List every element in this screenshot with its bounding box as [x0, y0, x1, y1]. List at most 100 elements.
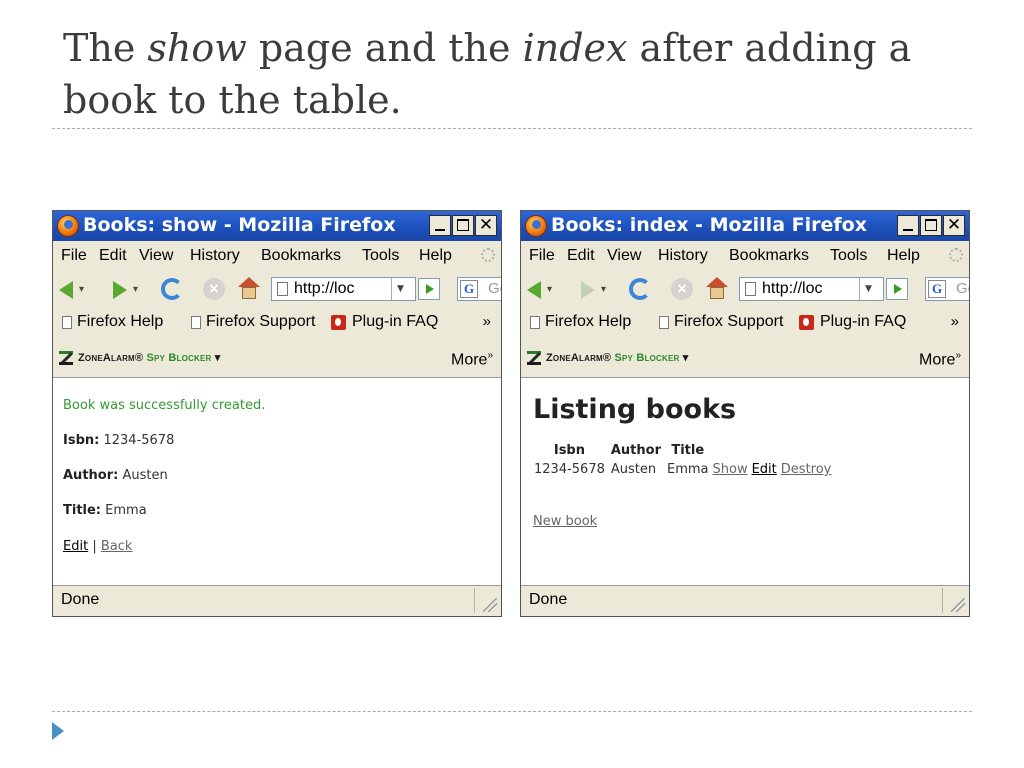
slide-title: The show page and the index after adding…	[63, 22, 983, 126]
search-input[interactable]: G Goog	[457, 277, 501, 301]
edit-link[interactable]: Edit	[63, 539, 88, 554]
menu-tools[interactable]: Tools	[362, 247, 399, 265]
title-bar: Books: show - Mozilla Firefox ✕	[53, 211, 501, 241]
close-button[interactable]: ✕	[943, 215, 965, 236]
url-dropdown-icon[interactable]: ▼	[391, 278, 409, 300]
forward-dropdown-icon[interactable]: ▾	[601, 284, 606, 295]
stop-icon[interactable]: ×	[203, 278, 225, 300]
google-icon[interactable]: G	[460, 280, 478, 298]
zonealarm-logo-icon	[59, 351, 73, 365]
go-button[interactable]	[418, 278, 440, 300]
bookmark-firefox-support[interactable]: Firefox Support	[206, 313, 315, 331]
forward-arrow-icon[interactable]	[581, 281, 595, 299]
slide-title-index: index	[522, 26, 628, 70]
forward-arrow-icon[interactable]	[113, 281, 127, 299]
minimize-button[interactable]	[429, 215, 451, 236]
slide-title-text: The	[63, 26, 148, 70]
menu-bookmarks[interactable]: Bookmarks	[729, 247, 809, 265]
back-link[interactable]: Back	[101, 539, 133, 554]
status-divider	[942, 588, 943, 613]
bookmark-plugin-faq[interactable]: Plug-in FAQ	[352, 313, 438, 331]
slide-bullet-icon	[52, 722, 64, 740]
stop-icon[interactable]: ×	[671, 278, 693, 300]
bookmarks-overflow-icon[interactable]: »	[483, 313, 491, 330]
cell-title: Emma	[667, 462, 709, 477]
resize-grip-icon[interactable]	[483, 598, 497, 612]
menu-edit[interactable]: Edit	[567, 247, 595, 265]
bookmark-firefox-help[interactable]: Firefox Help	[545, 313, 631, 331]
more-label: More	[450, 351, 488, 369]
maximize-button[interactable]	[452, 215, 474, 236]
menu-view[interactable]: View	[139, 247, 173, 265]
menu-history[interactable]: History	[190, 247, 240, 265]
menu-file[interactable]: File	[529, 247, 555, 265]
status-divider	[474, 588, 475, 613]
author-value: Austen	[122, 468, 168, 483]
more-button[interactable]: More»	[919, 350, 961, 369]
menu-help[interactable]: Help	[419, 247, 452, 265]
search-placeholder: Goog	[488, 280, 501, 297]
browser-window-show: Books: show - Mozilla Firefox ✕ File Edi…	[52, 210, 502, 617]
home-icon[interactable]	[238, 277, 260, 299]
title-label: Title:	[63, 503, 102, 518]
page-icon	[277, 282, 288, 296]
page-icon	[745, 282, 756, 296]
bookmarks-overflow-icon[interactable]: »	[951, 313, 959, 330]
menu-help[interactable]: Help	[887, 247, 920, 265]
status-text: Done	[61, 591, 100, 608]
bookmark-firefox-help[interactable]: Firefox Help	[77, 313, 163, 331]
cell-isbn: 1234-5678	[534, 462, 605, 477]
close-button[interactable]: ✕	[475, 215, 497, 236]
more-label: More	[918, 351, 956, 369]
more-button[interactable]: More»	[451, 350, 493, 369]
page-icon	[191, 316, 201, 329]
maximize-button[interactable]	[920, 215, 942, 236]
zonealarm-product: Spy Blocker	[614, 352, 680, 364]
minimize-button[interactable]	[897, 215, 919, 236]
zonealarm-label[interactable]: ZoneAlarm® Spy Blocker ▾	[78, 351, 220, 364]
go-button[interactable]	[886, 278, 908, 300]
show-link[interactable]: Show	[713, 462, 748, 477]
navigation-toolbar: ▾ ▾ × http://loc ▼ G Goog	[53, 270, 501, 309]
forward-dropdown-icon[interactable]: ▾	[133, 284, 138, 295]
menu-bar: File Edit View History Bookmarks Tools H…	[53, 241, 501, 271]
back-dropdown-icon[interactable]: ▾	[547, 284, 552, 295]
reload-icon[interactable]	[629, 278, 651, 300]
page-heading: Listing books	[533, 394, 737, 425]
reload-icon[interactable]	[161, 278, 183, 300]
column-header-title: Title	[671, 443, 705, 458]
resize-grip-icon[interactable]	[951, 598, 965, 612]
google-icon[interactable]: G	[928, 280, 946, 298]
menu-bar: File Edit View History Bookmarks Tools H…	[521, 241, 969, 271]
firefox-logo-icon	[57, 215, 79, 237]
menu-edit[interactable]: Edit	[99, 247, 127, 265]
menu-bookmarks[interactable]: Bookmarks	[261, 247, 341, 265]
back-arrow-icon[interactable]	[527, 281, 541, 299]
flash-notice: Book was successfully created.	[63, 398, 266, 413]
zonealarm-label[interactable]: ZoneAlarm® Spy Blocker ▾	[546, 351, 688, 364]
edit-link[interactable]: Edit	[752, 462, 777, 477]
zonealarm-toolbar: ZoneAlarm® Spy Blocker ▾ More»	[521, 338, 969, 378]
title-bar: Books: index - Mozilla Firefox ✕	[521, 211, 969, 241]
bookmark-firefox-support[interactable]: Firefox Support	[674, 313, 783, 331]
browser-window-index: Books: index - Mozilla Firefox ✕ File Ed…	[520, 210, 970, 617]
zonealarm-product: Spy Blocker	[146, 352, 212, 364]
new-book-link[interactable]: New book	[533, 514, 597, 529]
books-table: Isbn Author Title 1234-5678 Austen Emma …	[531, 442, 831, 478]
bookmark-plugin-faq[interactable]: Plug-in FAQ	[820, 313, 906, 331]
bookmarks-toolbar: Firefox Help Firefox Support Plug-in FAQ…	[521, 308, 969, 339]
page-icon	[530, 316, 540, 329]
menu-tools[interactable]: Tools	[830, 247, 867, 265]
back-arrow-icon[interactable]	[59, 281, 73, 299]
back-dropdown-icon[interactable]: ▾	[79, 284, 84, 295]
menu-history[interactable]: History	[658, 247, 708, 265]
throbber-icon	[481, 248, 495, 262]
plugin-icon	[331, 315, 346, 330]
menu-file[interactable]: File	[61, 247, 87, 265]
search-input[interactable]: G Goog	[925, 277, 969, 301]
home-icon[interactable]	[706, 277, 728, 299]
navigation-toolbar: ▾ ▾ × http://loc ▼ G Goog	[521, 270, 969, 309]
url-dropdown-icon[interactable]: ▼	[859, 278, 877, 300]
destroy-link[interactable]: Destroy	[781, 462, 832, 477]
menu-view[interactable]: View	[607, 247, 641, 265]
